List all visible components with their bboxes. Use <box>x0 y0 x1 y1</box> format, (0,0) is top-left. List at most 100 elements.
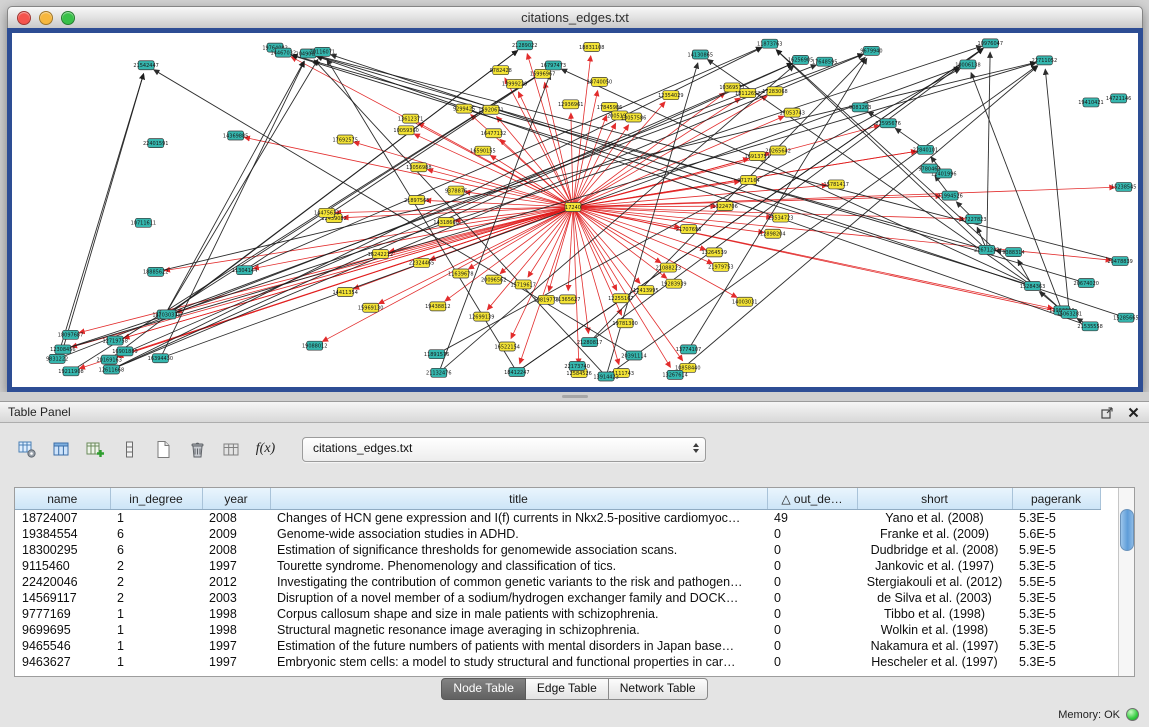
network-node[interactable]: 20478839 <box>1107 257 1132 266</box>
network-node[interactable]: 20096562 <box>481 275 506 284</box>
network-node[interactable]: 15781417 <box>824 180 849 189</box>
network-node[interactable]: 22595676 <box>875 119 900 128</box>
network-node[interactable]: 20674020 <box>1074 279 1099 288</box>
network-node[interactable]: 18412247 <box>504 368 529 377</box>
network-node[interactable]: 22324465 <box>409 258 434 267</box>
network-node[interactable]: 14130865 <box>688 50 713 59</box>
network-node[interactable]: 20116071 <box>310 47 335 56</box>
network-node[interactable]: 13774107 <box>676 345 701 354</box>
network-node[interactable]: 19283939 <box>661 279 686 288</box>
network-node[interactable]: 15969130 <box>358 303 383 312</box>
table-row[interactable]: 1456911722003Disruption of a novel membe… <box>15 590 1100 606</box>
network-node[interactable]: 18885622 <box>143 267 168 276</box>
network-node[interactable]: 11891576 <box>424 350 449 359</box>
network-node[interactable]: 16394430 <box>148 354 173 363</box>
table-row[interactable]: 1830029562008Estimation of significance … <box>15 542 1100 558</box>
table-row[interactable]: 1872400712008Changes of HCN gene express… <box>15 510 1100 527</box>
network-node[interactable]: 21088223 <box>656 263 681 272</box>
network-node[interactable]: 22173740 <box>564 362 589 371</box>
network-node[interactable]: 15063281 <box>1057 309 1082 318</box>
network-node[interactable]: 13267614 <box>662 370 687 379</box>
network-node[interactable]: 13999229 <box>502 79 527 88</box>
network-node[interactable]: 13224706 <box>712 202 737 211</box>
network-node[interactable]: 10819779 <box>534 295 559 304</box>
column-header-name[interactable]: name <box>15 488 110 510</box>
network-node[interactable]: 19781300 <box>612 319 637 328</box>
network-node[interactable]: 16522154 <box>495 342 520 351</box>
network-node[interactable]: 10711611 <box>131 218 156 227</box>
table-scrollbar[interactable] <box>1118 488 1134 676</box>
network-node[interactable]: 11304144 <box>232 266 257 275</box>
network-node[interactable]: 9782428 <box>490 66 512 75</box>
column-header-short[interactable]: short <box>857 488 1012 510</box>
network-node[interactable]: 12413995 <box>633 286 658 295</box>
float-panel-icon[interactable] <box>1099 404 1115 420</box>
network-node[interactable]: 21897565 <box>404 196 429 205</box>
row-tools-icon[interactable] <box>116 436 143 463</box>
network-node[interactable]: 16242212 <box>368 250 393 259</box>
network-node[interactable]: 9831222 <box>46 354 68 363</box>
tab-network-table[interactable]: Network Table <box>609 678 708 700</box>
network-node[interactable]: 11639678 <box>448 269 473 278</box>
network-node[interactable]: 9388314 <box>1002 248 1024 257</box>
network-node[interactable]: 12699139 <box>469 312 494 321</box>
network-node[interactable]: 17845986 <box>597 103 622 112</box>
network-node[interactable]: 22711052 <box>1032 56 1057 65</box>
network-node[interactable]: 9717164 <box>737 176 759 185</box>
network-node[interactable]: 18112652 <box>735 89 760 98</box>
network-node[interactable]: 19438812 <box>425 302 450 311</box>
column-header-title[interactable]: title <box>270 488 767 510</box>
network-node[interactable]: 12308456 <box>50 345 75 354</box>
network-node[interactable]: 9780463 <box>918 164 940 173</box>
network-node[interactable]: 15719617 <box>510 280 535 289</box>
network-node[interactable]: 9081263 <box>849 103 871 112</box>
column-header-in_degree[interactable]: in_degree <box>110 488 202 510</box>
column-header-pagerank[interactable]: pagerank <box>1012 488 1100 510</box>
network-node[interactable]: 14003031 <box>732 297 757 306</box>
table-row[interactable]: 2242004622012Investigating the contribut… <box>15 574 1100 590</box>
table-row[interactable]: 946362711997Embryonic stem cells: a mode… <box>15 654 1100 670</box>
network-node[interactable]: 17283068 <box>762 87 787 96</box>
network-node[interactable]: 10006138 <box>955 60 980 69</box>
column-header-out_degree[interactable]: △ out_de… <box>767 488 857 510</box>
network-node[interactable]: 14475633 <box>314 208 339 217</box>
network-node[interactable]: 21280817 <box>577 338 602 347</box>
network-node[interactable]: 17030379 <box>155 310 180 319</box>
network-node[interactable]: 13056988 <box>406 163 431 172</box>
new-table-icon[interactable] <box>150 436 177 463</box>
network-node[interactable]: 13264539 <box>702 248 727 257</box>
network-node[interactable]: 15238545 <box>1111 182 1136 191</box>
import-table-icon[interactable] <box>218 436 245 463</box>
table-row[interactable]: 946554611997Estimation of the future num… <box>15 638 1100 654</box>
delete-table-icon[interactable] <box>184 436 211 463</box>
network-node[interactable]: 13612371 <box>398 114 423 123</box>
network-node[interactable]: 9679940 <box>860 46 882 55</box>
network-node[interactable]: 18740050 <box>587 77 612 86</box>
table-scrollbar-thumb[interactable] <box>1120 509 1134 551</box>
panel-splitter[interactable] <box>0 392 1149 401</box>
network-node[interactable]: 12354029 <box>658 91 683 100</box>
network-node[interactable]: 21535558 <box>1077 322 1102 331</box>
network-node[interactable]: 19088012 <box>302 341 327 350</box>
network-node[interactable]: 17648595 <box>812 57 837 66</box>
network-node[interactable]: 12255167 <box>608 294 633 303</box>
network-node[interactable]: 14467032 <box>271 48 296 57</box>
network-node[interactable]: 16256905 <box>788 55 813 64</box>
network-node[interactable]: 21542447 <box>133 61 158 70</box>
network-node[interactable]: 21979753 <box>708 262 733 271</box>
table-row[interactable]: 977716911998Corpus callosum shape and si… <box>15 606 1100 622</box>
network-hub-node[interactable]: 17240 <box>565 203 581 212</box>
network-node[interactable]: 17053743 <box>779 108 804 117</box>
network-node[interactable]: 19410421 <box>1078 98 1103 107</box>
table-row[interactable]: 969969511998Structural magnetic resonanc… <box>15 622 1100 638</box>
network-node[interactable]: 15996967 <box>530 69 555 78</box>
add-column-icon[interactable] <box>82 436 109 463</box>
table-settings-icon[interactable] <box>14 436 41 463</box>
tab-node-table[interactable]: Node Table <box>441 678 526 700</box>
network-node[interactable]: 18831108 <box>579 43 604 52</box>
network-node[interactable]: 16901889 <box>112 347 137 356</box>
table-row[interactable]: 1938455462009Genome-wide association stu… <box>15 526 1100 542</box>
network-node[interactable]: 16797473 <box>541 61 566 70</box>
network-node[interactable]: 9299425 <box>453 104 475 113</box>
network-node[interactable]: 11873763 <box>757 39 782 48</box>
